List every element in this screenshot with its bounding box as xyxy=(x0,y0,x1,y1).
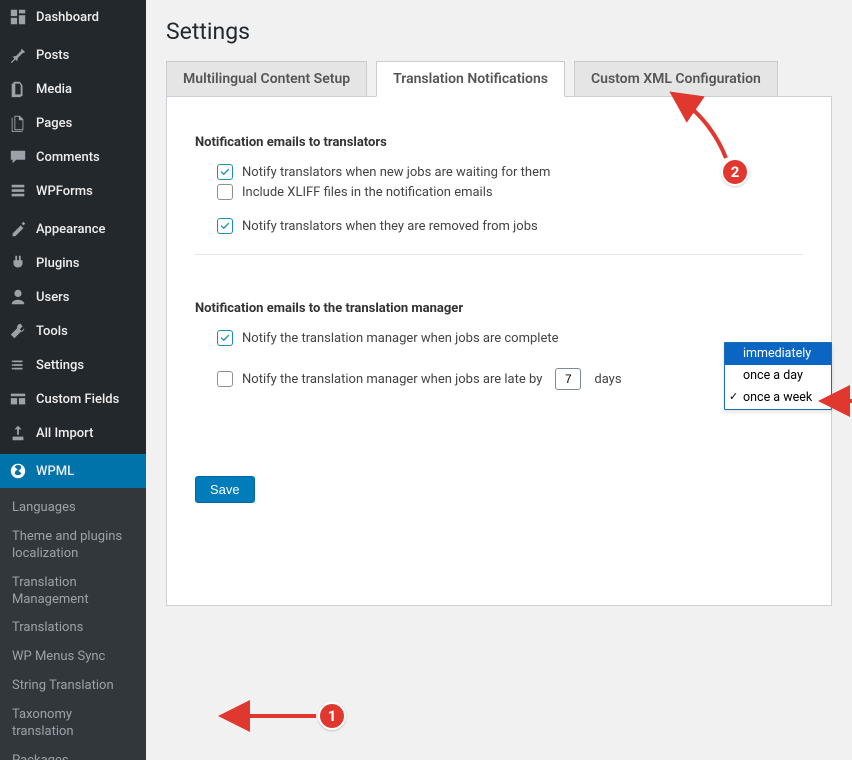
submenu-item-translation-management[interactable]: Translation Management xyxy=(0,569,146,615)
opt-sec1-2[interactable]: Notify translators when they are removed… xyxy=(217,218,803,234)
annotation-badge-2: 2 xyxy=(721,158,749,186)
opt-sec1-1[interactable]: Include XLIFF files in the notification … xyxy=(217,184,803,200)
checkbox-icon[interactable] xyxy=(217,218,233,234)
tab-translation-notifications[interactable]: Translation Notifications xyxy=(376,61,565,97)
main-content: Settings Multilingual Content SetupTrans… xyxy=(146,0,852,760)
submenu-item-string-translation[interactable]: String Translation xyxy=(0,672,146,701)
sidebar-item-wpml[interactable]: WPML xyxy=(0,454,146,488)
dropdown-option[interactable]: immediately xyxy=(725,343,831,365)
submenu-item-taxonomy-translation[interactable]: Taxonomy translation xyxy=(0,701,146,747)
days-input[interactable] xyxy=(555,368,581,390)
frequency-dropdown[interactable]: immediatelyonce a dayonce a week xyxy=(724,342,832,410)
save-button[interactable]: Save xyxy=(195,476,255,503)
submenu-item-translations[interactable]: Translations xyxy=(0,614,146,643)
sidebar-item-label: Tools xyxy=(36,324,68,339)
dashboard-icon xyxy=(8,7,28,27)
comments-icon xyxy=(8,147,28,167)
submenu-item-wp-menus-sync[interactable]: WP Menus Sync xyxy=(0,643,146,672)
sidebar-item-label: All Import xyxy=(36,426,93,441)
sidebar-item-label: WPML xyxy=(36,464,74,479)
fields-icon xyxy=(8,389,28,409)
submenu-item-languages[interactable]: Languages xyxy=(0,494,146,523)
dropdown-option[interactable]: once a day xyxy=(725,365,831,387)
submenu-item-packages[interactable]: Packages xyxy=(0,747,146,760)
opt-label-prefix: Notify the translation manager when jobs… xyxy=(242,372,542,387)
sidebar-item-wpforms[interactable]: WPForms xyxy=(0,174,146,208)
divider xyxy=(195,254,803,255)
sidebar-item-posts[interactable]: Posts xyxy=(0,38,146,72)
sidebar-item-users[interactable]: Users xyxy=(0,280,146,314)
sidebar-item-label: Comments xyxy=(36,150,100,165)
media-icon xyxy=(8,79,28,99)
sidebar-item-label: Posts xyxy=(36,48,69,63)
sidebar-item-media[interactable]: Media xyxy=(0,72,146,106)
sidebar-item-label: Plugins xyxy=(36,256,79,271)
sidebar-item-comments[interactable]: Comments xyxy=(0,140,146,174)
plugins-icon xyxy=(8,253,28,273)
sidebar-item-appearance[interactable]: Appearance xyxy=(0,212,146,246)
form-icon xyxy=(8,181,28,201)
opt-notify-late[interactable]: Notify the translation manager when jobs… xyxy=(217,368,803,390)
section-2-title: Notification emails to the translation m… xyxy=(195,301,803,316)
opt-notify-complete[interactable]: Notify the translation manager when jobs… xyxy=(217,330,803,346)
opt-label: Notify translators when they are removed… xyxy=(242,219,538,234)
sidebar-item-label: Users xyxy=(36,290,69,305)
opt-label: Notify translators when new jobs are wai… xyxy=(242,165,550,180)
sidebar-item-settings[interactable]: Settings xyxy=(0,348,146,382)
sidebar-item-dashboard[interactable]: Dashboard xyxy=(0,0,146,34)
users-icon xyxy=(8,287,28,307)
checkbox-icon[interactable] xyxy=(217,184,233,200)
checkbox-icon[interactable] xyxy=(217,164,233,180)
wpml-icon xyxy=(8,461,28,481)
sidebar-item-label: Appearance xyxy=(36,222,105,237)
import-icon xyxy=(8,423,28,443)
sidebar-item-pages[interactable]: Pages xyxy=(0,106,146,140)
opt-sec1-0[interactable]: Notify translators when new jobs are wai… xyxy=(217,164,803,180)
sidebar-item-label: WPForms xyxy=(36,184,93,199)
checkbox-icon[interactable] xyxy=(217,330,233,346)
checkbox-icon[interactable] xyxy=(217,371,233,387)
sidebar-item-custom-fields[interactable]: Custom Fields xyxy=(0,382,146,416)
sidebar-item-label: Pages xyxy=(36,116,72,131)
page-title: Settings xyxy=(166,18,832,45)
section-1-title: Notification emails to translators xyxy=(195,135,803,150)
tab-multilingual-content-setup[interactable]: Multilingual Content Setup xyxy=(166,61,367,97)
sidebar-item-label: Custom Fields xyxy=(36,392,119,407)
annotation-badge-1: 1 xyxy=(318,702,346,730)
dropdown-option[interactable]: once a week xyxy=(725,387,831,409)
sidebar-item-label: Settings xyxy=(36,358,84,373)
tools-icon xyxy=(8,321,28,341)
sidebar-item-label: Media xyxy=(36,82,72,97)
sidebar-item-plugins[interactable]: Plugins xyxy=(0,246,146,280)
tab-custom-xml-configuration[interactable]: Custom XML Configuration xyxy=(574,61,778,97)
pages-icon xyxy=(8,113,28,133)
opt-label: Notify the translation manager when jobs… xyxy=(242,331,558,346)
settings-icon xyxy=(8,355,28,375)
sidebar-item-tools[interactable]: Tools xyxy=(0,314,146,348)
submenu-item-theme-and-plugins-localization[interactable]: Theme and plugins localization xyxy=(0,523,146,569)
wpml-submenu: LanguagesTheme and plugins localizationT… xyxy=(0,488,146,760)
tabs: Multilingual Content SetupTranslation No… xyxy=(166,61,832,97)
admin-sidebar: Dashboard Posts Media Pages Comments WPForms A… xyxy=(0,0,146,760)
opt-label: Include XLIFF files in the notification … xyxy=(242,185,493,200)
sidebar-item-label: Dashboard xyxy=(36,10,99,25)
sidebar-item-all-import[interactable]: All Import xyxy=(0,416,146,450)
opt-label-suffix: days xyxy=(594,372,621,387)
pin-icon xyxy=(8,45,28,65)
appearance-icon xyxy=(8,219,28,239)
